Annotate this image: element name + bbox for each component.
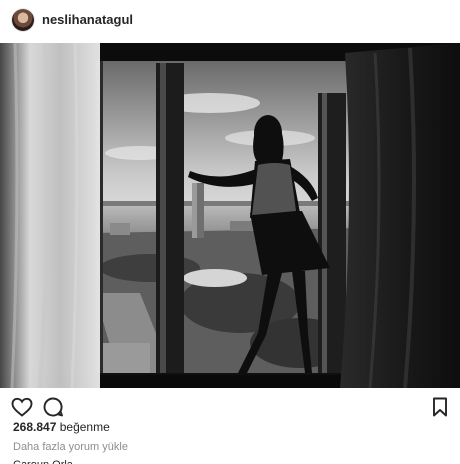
post-header: neslihanatagul — [0, 0, 460, 43]
post-photo[interactable] — [0, 43, 460, 388]
likes-label: beğenme — [59, 420, 110, 434]
bookmark-icon[interactable] — [428, 395, 452, 419]
avatar[interactable] — [12, 9, 34, 31]
speech-bubble-icon[interactable] — [41, 395, 65, 419]
load-more-comments-link[interactable]: Daha fazla yorum yükle — [13, 441, 128, 453]
heart-outline-icon[interactable] — [10, 395, 34, 419]
post-actions — [0, 395, 460, 419]
likes-number: 268.847 — [13, 420, 57, 434]
photo-image — [0, 43, 460, 388]
likes-count[interactable]: 268.847 beğenme — [13, 420, 110, 434]
username-link[interactable]: neslihanatagul — [42, 12, 133, 27]
partial-comment: Caroun Orla — [13, 459, 73, 464]
instagram-post: neslihanatagul 268.847 beğenme Daha fazl… — [0, 0, 460, 464]
